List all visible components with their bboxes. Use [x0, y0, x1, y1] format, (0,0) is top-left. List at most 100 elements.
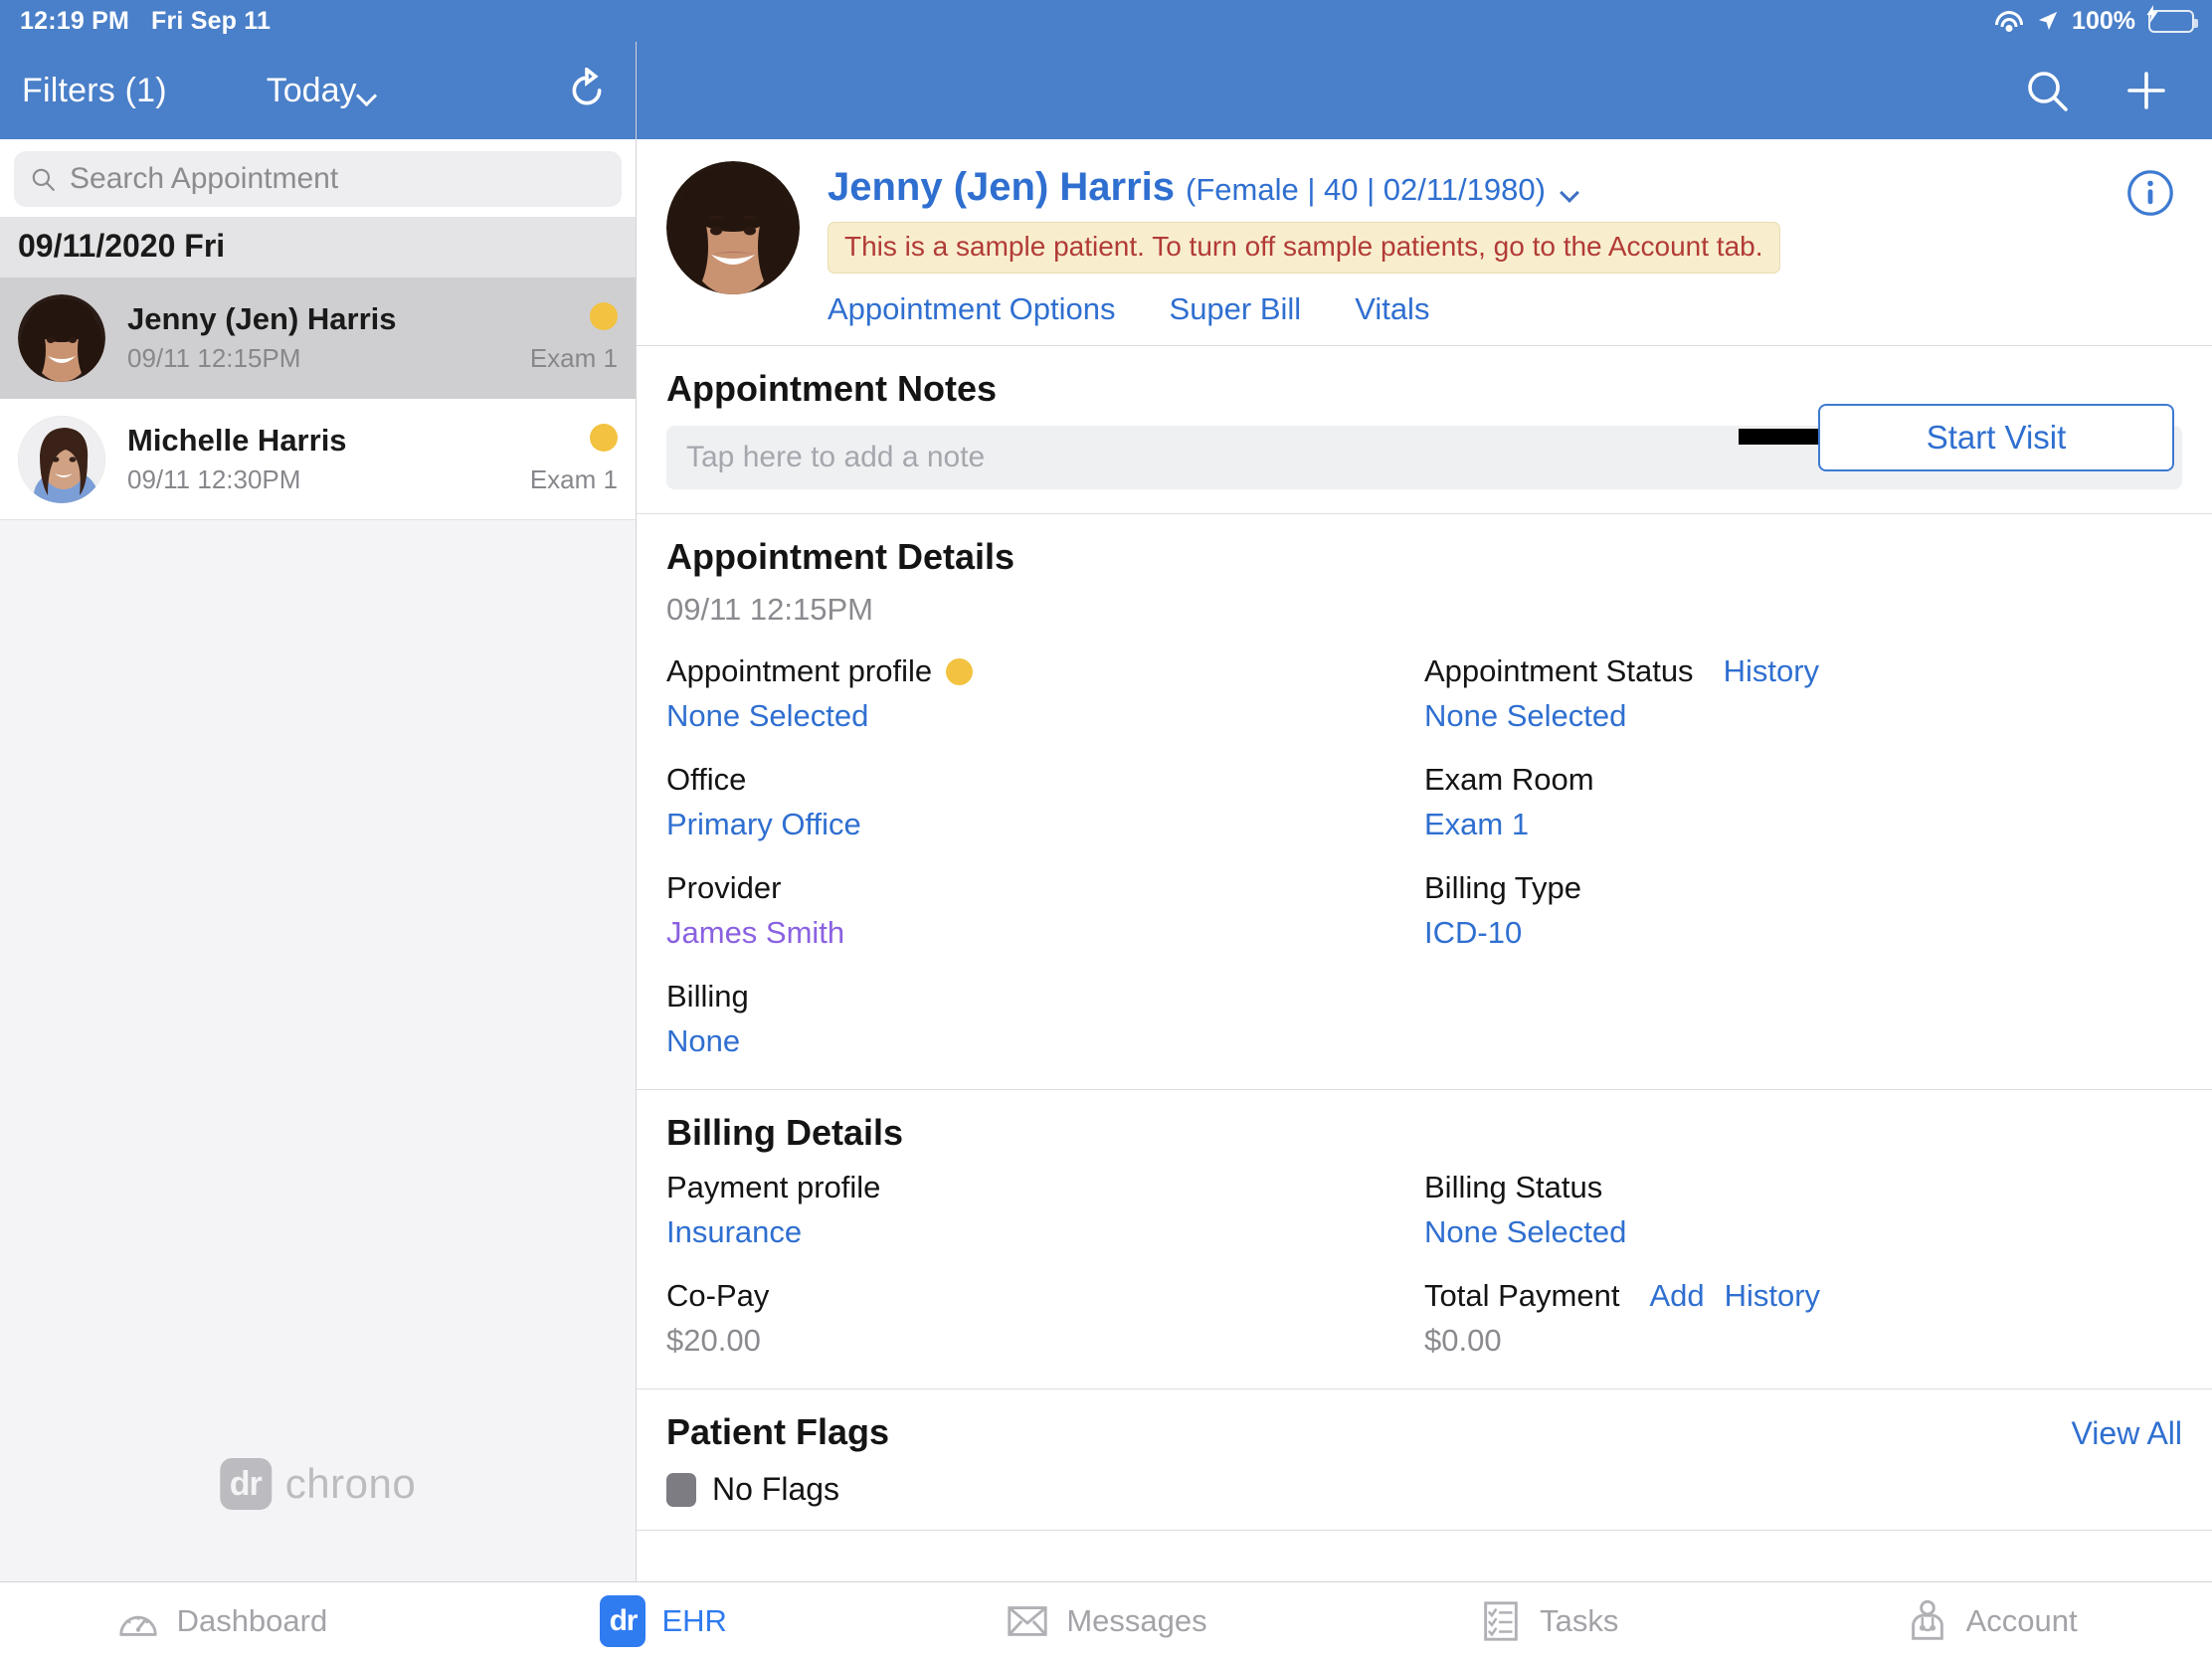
filters-button[interactable]: Filters (1) [22, 72, 167, 110]
field-value[interactable]: ICD-10 [1424, 915, 2182, 951]
field-value[interactable]: Primary Office [666, 807, 1424, 842]
tab-label: Dashboard [176, 1602, 328, 1638]
field-label: Appointment profile [666, 653, 1424, 689]
field-label-text: Appointment profile [666, 653, 933, 688]
field-value: $20.00 [666, 1323, 761, 1358]
start-visit-button[interactable]: Start Visit [1818, 404, 2174, 471]
field-value[interactable]: Insurance [666, 1214, 1424, 1250]
tab-ehr[interactable]: dr EHR [443, 1594, 885, 1647]
search-wrap: Search Appointment [0, 139, 636, 217]
patient-header: Jenny (Jen) Harris (Female | 40 | 02/11/… [637, 139, 2212, 471]
total-payment-add-link[interactable]: Add [1649, 1278, 1704, 1314]
field-label: Total Payment Add History [1424, 1278, 2182, 1314]
chevron-down-icon [355, 85, 377, 106]
search-placeholder: Search Appointment [70, 162, 339, 195]
billing-details-grid: Payment profile Insurance Co-Pay $20.00 … [666, 1170, 2182, 1359]
patient-flags-title: Patient Flags [666, 1411, 890, 1452]
appointment-time: 09/11 12:30PM [127, 463, 301, 494]
billing-details-section: Billing Details Payment profile Insuranc… [637, 1090, 2212, 1388]
drchrono-wordmark: chrono [284, 1460, 417, 1507]
field-provider: Provider James Smith [666, 870, 1424, 951]
patient-avatar[interactable] [666, 161, 800, 294]
status-bar-left: 12:19 PM Fri Sep 11 [0, 7, 271, 36]
wifi-icon [1994, 9, 2024, 33]
field-copay: Co-Pay $20.00 [666, 1278, 1424, 1359]
charging-bolt-icon [2146, 4, 2158, 23]
status-dot-icon [590, 301, 618, 330]
patient-flags-header: Patient Flags View All [666, 1411, 2182, 1453]
envelope-icon [1008, 1605, 1047, 1636]
flag-chip-icon [666, 1472, 696, 1507]
tab-dashboard[interactable]: Dashboard [0, 1598, 443, 1644]
refresh-icon[interactable] [564, 68, 610, 113]
status-date: Fri Sep 11 [151, 6, 272, 35]
field-billing-status: Billing Status None Selected [1424, 1170, 2182, 1250]
drchrono-logo-icon: dr [219, 1458, 272, 1510]
billing-details-right-column: Billing Status None Selected Total Payme… [1424, 1170, 2182, 1359]
super-bill-link[interactable]: Super Bill [1170, 291, 1302, 327]
field-billing-type: Billing Type ICD-10 [1424, 870, 2182, 951]
field-label: Exam Room [1424, 762, 1594, 797]
detail-toolbar [637, 42, 2212, 139]
appointment-list-item-1[interactable]: Michelle Harris 09/11 12:30PM Exam 1 [0, 399, 636, 520]
billing-details-title: Billing Details [666, 1112, 904, 1153]
billing-details-left-column: Payment profile Insurance Co-Pay $20.00 [666, 1170, 1424, 1359]
field-label: Office [666, 762, 747, 797]
field-label: Billing Type [1424, 870, 1581, 905]
appointment-details-title: Appointment Details [666, 536, 1015, 577]
detail-pane: Jenny (Jen) Harris (Female | 40 | 02/11/… [637, 42, 2212, 1581]
field-value[interactable]: James Smith [666, 915, 1424, 951]
search-input[interactable]: Search Appointment [14, 151, 622, 207]
status-bar-right: 100% [1994, 0, 2198, 42]
field-label: Payment profile [666, 1170, 881, 1204]
total-payment-history-link[interactable]: History [1725, 1278, 1820, 1314]
appointment-patient-name: Jenny (Jen) Harris [127, 301, 397, 337]
field-appointment-status: Appointment Status History None Selected [1424, 653, 2182, 734]
date-section-header: 09/11/2020 Fri [0, 217, 636, 277]
field-payment-profile: Payment profile Insurance [666, 1170, 1424, 1250]
field-total-payment: Total Payment Add History $0.00 [1424, 1278, 2182, 1359]
battery-icon [2146, 4, 2198, 33]
sample-patient-banner: This is a sample patient. To turn off sa… [828, 222, 1780, 274]
appointment-list-item-0[interactable]: Jenny (Jen) Harris 09/11 12:15PM Exam 1 [0, 277, 636, 399]
field-appointment-profile: Appointment profile None Selected [666, 653, 1424, 734]
appointment-room: Exam 1 [529, 342, 618, 373]
doctor-icon [1911, 1599, 1943, 1640]
chevron-down-icon [1560, 183, 1579, 203]
location-arrow-icon [2038, 11, 2058, 31]
patient-flag-row: No Flags [666, 1471, 2182, 1508]
field-value[interactable]: None Selected [1424, 1214, 2182, 1250]
battery-percent: 100% [2072, 6, 2135, 35]
today-label: Today [266, 71, 357, 109]
patient-name: Jenny (Jen) Harris [828, 165, 1176, 209]
patient-name-line[interactable]: Jenny (Jen) Harris (Female | 40 | 02/11/… [828, 165, 2182, 210]
appointment-details-right-column: Appointment Status History None Selected… [1424, 653, 2182, 1059]
patient-action-links: Appointment Options Super Bill Vitals [828, 291, 2182, 327]
tab-tasks[interactable]: Tasks [1327, 1598, 1769, 1644]
search-icon[interactable] [2023, 67, 2071, 114]
today-dropdown[interactable]: Today [266, 71, 377, 110]
appointment-note-placeholder: Tap here to add a note [686, 441, 986, 473]
field-value[interactable]: Exam 1 [1424, 807, 2182, 842]
start-visit-label: Start Visit [1926, 419, 2067, 456]
appointment-options-link[interactable]: Appointment Options [828, 291, 1116, 327]
view-all-flags-link[interactable]: View All [2072, 1415, 2182, 1452]
field-value[interactable]: None [666, 1023, 1424, 1059]
field-value: $0.00 [1424, 1323, 1502, 1358]
tab-messages[interactable]: Messages [885, 1598, 1328, 1644]
info-icon[interactable] [2126, 169, 2174, 217]
status-bar: 12:19 PM Fri Sep 11 100% [0, 0, 2212, 42]
vitals-link[interactable]: Vitals [1355, 291, 1429, 327]
field-value[interactable]: None Selected [666, 698, 1424, 734]
gauge-icon [118, 1615, 157, 1636]
tab-account[interactable]: Account [1769, 1598, 2212, 1644]
appointment-status-history-link[interactable]: History [1724, 653, 1819, 689]
body-area: Filters (1) Today Search Appointment 09/… [0, 42, 2212, 1581]
add-icon[interactable] [2122, 67, 2170, 114]
field-billing: Billing None [666, 979, 1424, 1059]
field-value[interactable]: None Selected [1424, 698, 2182, 734]
appointment-datetime: 09/11 12:15PM [666, 592, 873, 627]
field-label-text: Appointment Status [1424, 653, 1694, 688]
patient-flag-text: No Flags [712, 1471, 840, 1507]
appointment-info: Michelle Harris 09/11 12:30PM [127, 423, 508, 495]
